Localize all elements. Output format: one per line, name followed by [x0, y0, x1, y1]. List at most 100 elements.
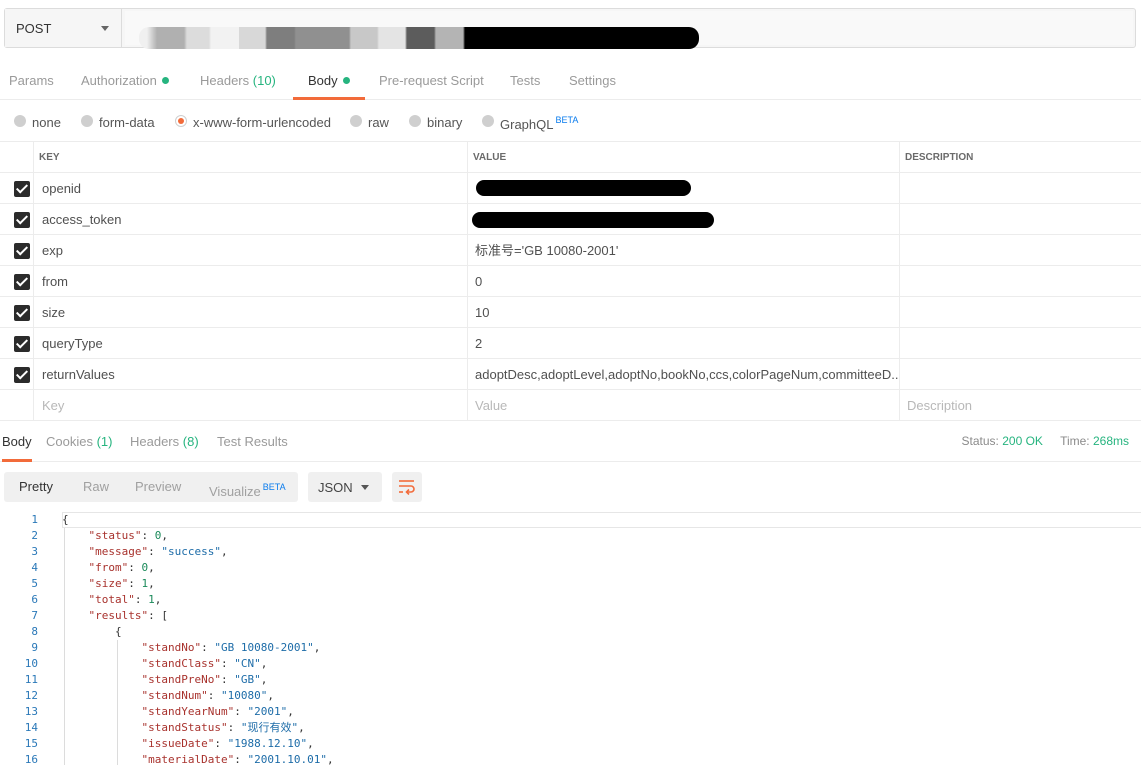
json-value: "GB": [234, 673, 261, 686]
radio-form-data[interactable]: form-data: [81, 113, 161, 131]
param-description[interactable]: [900, 266, 1141, 297]
check-icon[interactable]: [14, 212, 30, 228]
param-value[interactable]: [468, 173, 900, 204]
json-key: "standClass": [142, 657, 221, 670]
code-text: "issueDate": "1988.12.10",: [142, 736, 314, 752]
new-description-input[interactable]: Description: [900, 390, 1141, 421]
param-description[interactable]: [900, 235, 1141, 266]
view-pretty-button[interactable]: Pretty: [19, 472, 53, 502]
param-description[interactable]: [900, 359, 1141, 390]
status-code[interactable]: 200 OK: [1002, 434, 1043, 448]
tab-response-headers[interactable]: Headers (8): [130, 422, 199, 462]
param-value[interactable]: 10: [468, 297, 900, 328]
line-number: 11: [0, 672, 38, 688]
param-description[interactable]: [900, 173, 1141, 204]
line-number: 10: [0, 656, 38, 672]
param-key[interactable]: returnValues: [34, 359, 468, 390]
tab-body[interactable]: Body: [293, 62, 365, 100]
check-icon[interactable]: [14, 367, 30, 383]
param-value[interactable]: [468, 204, 900, 235]
code-text: "total": 1,: [89, 592, 162, 608]
tab-test-results[interactable]: Test Results: [217, 422, 288, 462]
json-key: "results": [89, 609, 149, 622]
tab-params[interactable]: Params: [9, 62, 54, 100]
tab-cookies[interactable]: Cookies (1): [46, 422, 112, 462]
line-number: 14: [0, 720, 38, 736]
table-row: returnValues adoptDesc,adoptLevel,adoptN…: [0, 359, 1141, 390]
json-key: "standPreNo": [142, 673, 221, 686]
param-key[interactable]: openid: [34, 173, 468, 204]
radio-binary[interactable]: binary: [409, 113, 469, 131]
table-row: access_token: [0, 204, 1141, 235]
radio-selected-icon: [175, 115, 187, 127]
json-value: "GB 10080-2001": [214, 641, 313, 654]
check-icon[interactable]: [14, 243, 30, 259]
line-number: 16: [0, 752, 38, 765]
line-number: 12: [0, 688, 38, 704]
beta-badge: BETA: [263, 482, 286, 492]
param-description[interactable]: [900, 204, 1141, 235]
json-value: "2001": [247, 705, 287, 718]
tab-pre-request-script[interactable]: Pre-request Script: [379, 62, 484, 100]
line-number: 13: [0, 704, 38, 720]
radio-graphql[interactable]: GraphQLBETA: [482, 113, 592, 131]
json-key: "status": [89, 529, 142, 542]
param-description[interactable]: [900, 328, 1141, 359]
radio-raw[interactable]: raw: [350, 113, 395, 131]
param-key[interactable]: queryType: [34, 328, 468, 359]
tab-authorization[interactable]: Authorization: [81, 62, 169, 100]
param-key[interactable]: from: [34, 266, 468, 297]
line-number: 9: [0, 640, 38, 656]
check-icon[interactable]: [14, 274, 30, 290]
tab-headers[interactable]: Headers (10): [200, 62, 276, 100]
radio-none[interactable]: none: [14, 113, 74, 131]
wrap-lines-icon: [398, 479, 416, 495]
radio-icon: [409, 115, 421, 127]
param-description[interactable]: [900, 297, 1141, 328]
code-text: {: [115, 624, 122, 640]
request-tabs: Params Authorization Headers (10) Body P…: [0, 62, 1141, 100]
param-value[interactable]: 2: [468, 328, 900, 359]
param-key[interactable]: access_token: [34, 204, 468, 235]
column-header-value: VALUE: [468, 142, 900, 173]
json-key: "standStatus": [142, 721, 228, 734]
json-value: "现行有效": [241, 721, 298, 734]
check-icon[interactable]: [14, 336, 30, 352]
param-value[interactable]: adoptDesc,adoptLevel,adoptNo,bookNo,ccs,…: [468, 359, 900, 390]
json-value: 0: [142, 561, 149, 574]
radio-icon: [81, 115, 93, 127]
tab-response-body[interactable]: Body: [2, 422, 32, 462]
json-key: "issueDate": [142, 737, 215, 750]
format-dropdown[interactable]: JSON: [308, 472, 382, 502]
param-value[interactable]: 标准号='GB 10080-2001': [468, 235, 900, 266]
url-redaction: [139, 27, 699, 49]
tab-tests[interactable]: Tests: [510, 62, 540, 100]
json-key: "message": [89, 545, 149, 558]
line-number: 3: [0, 544, 38, 560]
code-text: "standNo": "GB 10080-2001",: [142, 640, 321, 656]
view-raw-button[interactable]: Raw: [83, 472, 109, 502]
view-visualize-button[interactable]: VisualizeBETA: [209, 472, 286, 502]
new-value-input[interactable]: Value: [468, 390, 900, 421]
view-preview-button[interactable]: Preview: [135, 472, 181, 502]
check-icon[interactable]: [14, 305, 30, 321]
response-body-editor[interactable]: 1{2"status": 0,3"message": "success",4"f…: [0, 512, 1141, 765]
response-status: Status: 200 OK Time: 268ms: [962, 422, 1129, 462]
wrap-lines-button[interactable]: [392, 472, 422, 502]
tab-settings[interactable]: Settings: [569, 62, 616, 100]
param-key[interactable]: exp: [34, 235, 468, 266]
method-dropdown[interactable]: POST: [5, 9, 122, 47]
new-key-input[interactable]: Key: [34, 390, 468, 421]
check-icon[interactable]: [14, 181, 30, 197]
beta-badge: BETA: [555, 115, 578, 125]
code-text: {: [62, 512, 69, 528]
code-text: "from": 0,: [89, 560, 155, 576]
code-text: "standStatus": "现行有效",: [142, 720, 305, 736]
param-value[interactable]: 0: [468, 266, 900, 297]
response-time[interactable]: 268ms: [1093, 434, 1129, 448]
line-number: 4: [0, 560, 38, 576]
json-key: "from": [89, 561, 129, 574]
view-mode-group: Pretty Raw Preview VisualizeBETA: [4, 472, 298, 502]
radio-x-www-form-urlencoded[interactable]: x-www-form-urlencoded: [175, 113, 335, 131]
param-key[interactable]: size: [34, 297, 468, 328]
